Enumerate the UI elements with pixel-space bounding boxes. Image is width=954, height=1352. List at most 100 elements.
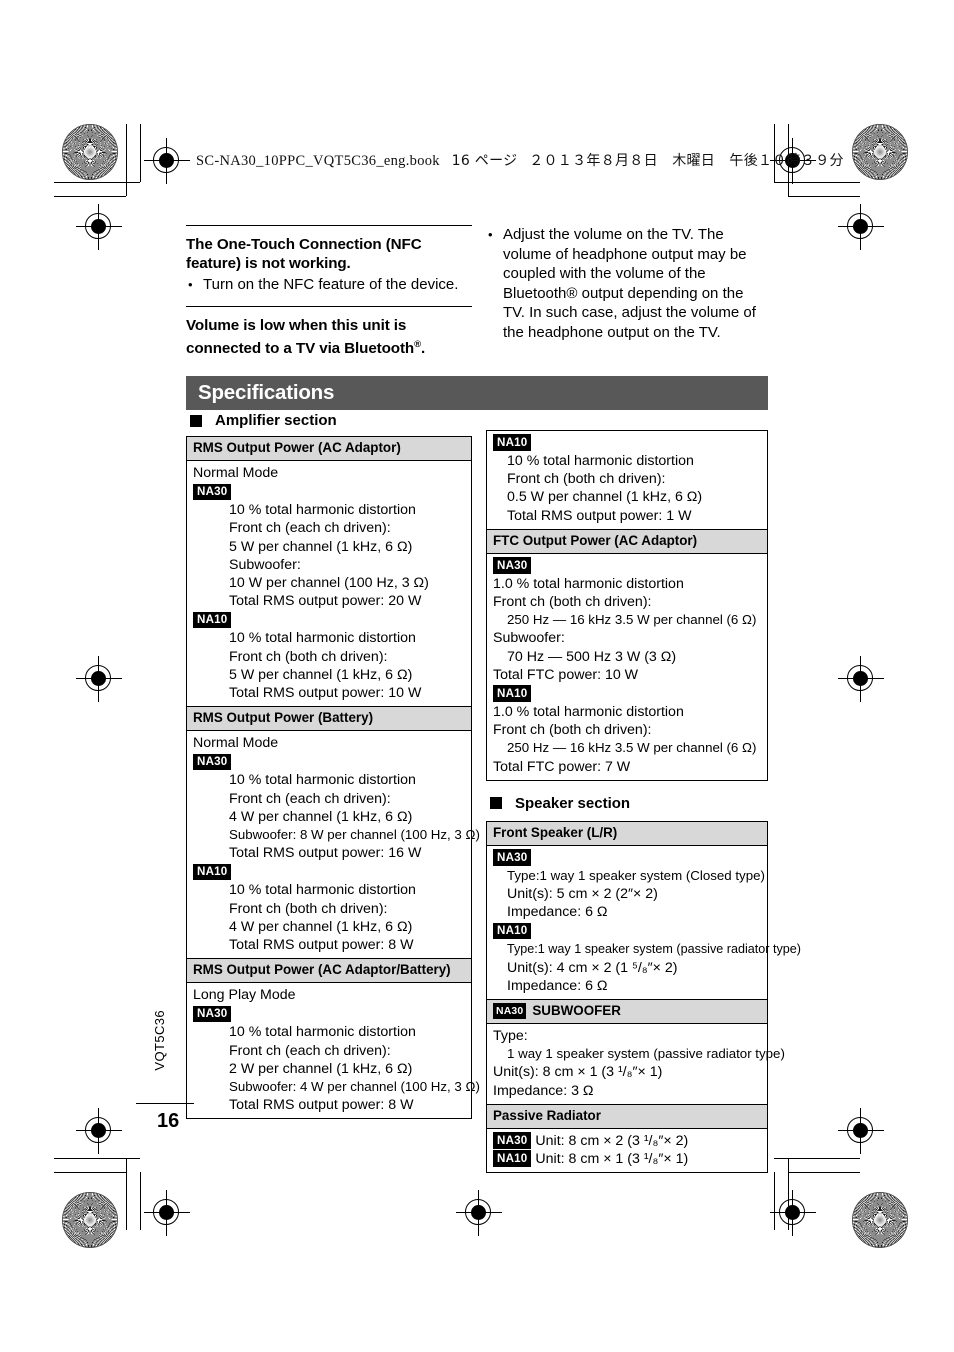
spec-line: Impedance: 6 Ω [507,904,608,921]
model-badge-row: NA10 [193,611,465,629]
model-badge-na30: NA30 [493,1003,527,1019]
table-rms-output-ac-adaptor: RMS Output Power (AC Adaptor) Normal Mod… [186,436,472,708]
model-badge-na30: NA30 [493,557,532,574]
trim-line [774,1158,860,1159]
model-badge-na10: NA10 [493,434,532,451]
spec-line: Front ch (each ch driven): [229,790,391,807]
table-body: NA30 1.0 % total harmonic distortion Fro… [487,554,767,780]
table-header-label: FTC Output Power (AC Adaptor) [493,532,698,548]
banner-title: Specifications [198,381,335,404]
trim-line [54,196,126,197]
trim-line [788,196,860,197]
troubleshooting-left-column: The One-Touch Connection (NFC feature) i… [186,225,472,360]
model-badge-row: NA10 [493,685,761,703]
book-filename: SC-NA30_10PPC_VQT5C36_eng.book [196,153,440,169]
spec-line: Total RMS output power: 8 W [229,937,414,954]
registration-crosshair-icon [456,1190,502,1236]
spec-line: 4 W per channel (1 kHz, 6 Ω) [229,808,413,825]
spec-line: Impedance: 6 Ω [507,977,608,994]
table-header: RMS Output Power (Battery) [187,707,471,732]
model-badge-na30: NA30 [493,1132,532,1149]
spec-line: Front ch (each ch driven): [229,1042,391,1059]
model-badge-na30: NA30 [193,1005,232,1023]
spec-line: Total FTC power: 7 W [493,758,631,775]
table-passive-radiator: Passive Radiator NA30 Unit: 8 cm × 2 (3 … [486,1104,768,1174]
question-title-volume: Volume is low when this unit is connecte… [186,316,472,358]
section-label: Speaker section [515,794,631,812]
table-header: Front Speaker (L/R) [487,821,767,846]
spec-line: 1 way 1 speaker system (passive radiator… [507,1046,785,1062]
spec-line: 70 Hz — 500 Hz 3 W (3 Ω) [507,648,677,665]
model-badge-row: NA10 [493,434,761,452]
table-body: NA30 Unit: 8 cm × 2 (3 ¹/₈″× 2) NA10 Uni… [487,1129,767,1172]
mode-label: Normal Mode [193,465,279,481]
printed-page: SC-NA30_10PPC_VQT5C36_eng.book 16 ページ ２０… [0,0,954,1352]
divider [186,305,472,307]
registered-mark: ® [414,338,422,350]
table-body: NA30 Type:1 way 1 speaker system (Closed… [487,846,801,999]
spec-line: Subwoofer: [229,556,301,573]
spec-line: Subwoofer: 4 W per channel (100 Hz, 3 Ω) [229,1079,480,1095]
registration-crosshair-icon [838,656,884,702]
spec-line: Front ch (both ch driven): [507,471,666,488]
spec-line: Total FTC power: 10 W [493,666,639,683]
table-header: RMS Output Power (AC Adaptor/Battery) [187,959,471,984]
trim-line [54,182,140,183]
table-header-label: RMS Output Power (Battery) [193,710,374,726]
model-badge-row: NA30 [193,1005,465,1023]
spec-line: 2 W per channel (1 kHz, 6 Ω) [229,1060,413,1077]
spec-line: Front ch (each ch driven): [229,520,391,537]
registration-crosshair-icon [770,1190,816,1236]
table-rms-output-ac-adaptor-continued: NA10 10 % total harmonic distortion Fron… [486,430,768,530]
answer-list-volume: Adjust the volume on the TV. The volume … [486,225,768,342]
spec-line: 1.0 % total harmonic distortion [493,575,684,592]
spec-line: 10 W per channel (100 Hz, 3 Ω) [229,575,429,592]
table-header: NA30 SUBWOOFER [487,1000,767,1025]
model-badge-na30: NA30 [193,483,232,500]
model-badge-row: NA30 [193,483,465,501]
spec-line: Front ch (both ch driven): [493,594,652,611]
section-label: Amplifier section [215,412,337,429]
model-badge-row: NA10 [493,922,761,940]
table-body: Type: 1 way 1 speaker system (passive ra… [487,1024,785,1104]
table-front-speaker: Front Speaker (L/R) NA30 Type:1 way 1 sp… [486,820,801,1001]
page-number: 16 [157,1110,180,1132]
table-header: RMS Output Power (AC Adaptor) [187,437,471,461]
table-rms-output-battery: RMS Output Power (Battery) Normal Mode N… [186,707,480,960]
page-number-rule [136,1103,194,1105]
spec-line: Total RMS output power: 20 W [229,593,422,610]
table-header-label: SUBWOOFER [532,1003,621,1019]
spec-line: 10 % total harmonic distortion [229,1024,416,1041]
trim-line [788,1158,789,1230]
model-badge-na10: NA10 [493,922,532,940]
spec-line: Total RMS output power: 16 W [229,845,422,862]
spec-line: 10 % total harmonic distortion [507,453,694,469]
spec-line: Total RMS output power: 8 W [229,1097,414,1114]
trim-line [774,1172,775,1230]
spec-line: Type: [493,1028,528,1045]
book-header-line: SC-NA30_10PPC_VQT5C36_eng.book 16 ページ ２０… [196,150,844,170]
list-item: Turn on the NFC feature of the device. [186,275,472,295]
spec-line: 5 W per channel (1 kHz, 6 Ω) [229,666,413,683]
spec-line-na30: NA30 Unit: 8 cm × 2 (3 ¹/₈″× 2) [493,1132,761,1150]
spec-line: Total RMS output power: 10 W [229,685,422,702]
spec-line: 1.0 % total harmonic distortion [493,704,684,721]
trim-line [126,1158,127,1230]
table-header-label: RMS Output Power (AC Adaptor) [193,440,401,455]
model-badge-row: NA30 [193,753,465,771]
mode-label: Normal Mode [193,735,279,752]
spec-text: Unit: 8 cm × 2 (3 ¹/₈″× 2) [535,1132,689,1149]
table-header: Passive Radiator [487,1104,767,1129]
model-badge-row: NA30 [493,849,761,867]
divider [186,225,472,226]
model-badge-na10: NA10 [193,863,232,881]
spec-line: Front ch (both ch driven): [229,900,388,917]
table-header-label: Passive Radiator [493,1107,601,1123]
section-heading-amplifier: Amplifier section [190,412,337,429]
book-page-label: 16 ページ [451,153,518,169]
registration-burst-icon [62,1192,118,1248]
spec-line: Front ch (both ch driven): [493,722,652,739]
table-rms-output-ac-battery: RMS Output Power (AC Adaptor/Battery) Lo… [186,959,480,1120]
spec-line: Type:1 way 1 speaker system (passive rad… [507,942,801,957]
trim-line [54,1172,126,1173]
